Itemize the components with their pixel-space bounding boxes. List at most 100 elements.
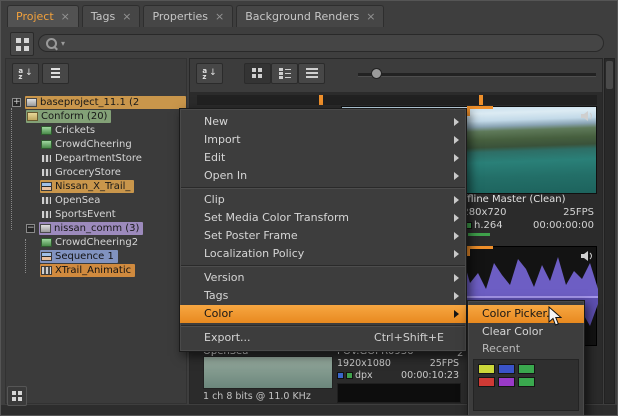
colorspace-chip: [346, 372, 353, 379]
bin-icon: [26, 98, 37, 107]
tree-item-opensea[interactable]: OpenSea: [6, 193, 186, 207]
tab-close-icon[interactable]: ×: [61, 12, 70, 22]
color-swatch-6[interactable]: [518, 377, 535, 387]
tree-item-xtrail-animatic[interactable]: XTrail_Animatic: [6, 263, 186, 277]
color-swatch-4[interactable]: [478, 377, 495, 387]
submenu-arrow-icon: [454, 292, 459, 300]
clip-title: Offline Master (Clean): [456, 194, 596, 205]
menu-item-label: Export...: [204, 329, 366, 347]
tree-toggle-icon[interactable]: −: [26, 224, 35, 233]
submenu-arrow-icon: [454, 214, 459, 222]
tree-item-label: OpenSea: [55, 195, 100, 206]
view-details-button[interactable]: [271, 63, 298, 84]
tree-item-baseproject-11-1-2[interactable]: + baseproject_11.1 (2: [6, 95, 186, 109]
menu-item-label: Open In: [204, 167, 444, 185]
opensea-thumbnail[interactable]: [203, 356, 333, 389]
arrow-down-icon: ↓: [209, 69, 217, 78]
clip-audio-info: 1 ch 8 bits @ 11.0 KHz: [203, 391, 343, 402]
menu-item-label: Localization Policy: [204, 245, 444, 263]
gopro-thumbnail[interactable]: [337, 383, 461, 403]
submenu-arrow-icon: [454, 274, 459, 282]
tree-item-crowdcheering[interactable]: CrowdCheering: [6, 137, 186, 151]
clip-icon: [41, 210, 52, 219]
tree-item-sportsevent[interactable]: SportsEvent: [6, 207, 186, 221]
menu-item-tags[interactable]: Tags: [180, 287, 466, 305]
color-swatch-3[interactable]: [518, 364, 535, 374]
thumbnail-row-sliver: [197, 95, 597, 105]
tree-item-label: baseproject_11.1 (2: [40, 97, 139, 108]
color-swatch-2[interactable]: [498, 364, 515, 374]
scrollbar-handle[interactable]: [606, 61, 613, 89]
tab-close-icon[interactable]: ×: [122, 12, 131, 22]
tree-item-content: Sequence 1: [40, 250, 118, 263]
menu-item-label: Color: [204, 305, 444, 323]
thumbnail-size-slider[interactable]: [358, 73, 596, 77]
tree-item-crowdcheering2[interactable]: CrowdCheering2: [6, 235, 186, 249]
clip-icon: [41, 154, 52, 163]
tab-tags[interactable]: Tags×: [82, 5, 141, 27]
tree-item-crickets[interactable]: Crickets: [6, 123, 186, 137]
tree-item-nissan-comm-3[interactable]: − nissan_comm (3): [6, 221, 186, 235]
tab-properties[interactable]: Properties×: [143, 5, 233, 27]
tree-item-label: CrowdCheering: [55, 139, 132, 150]
tab-bar: Project×Tags×Properties×Background Rende…: [1, 1, 617, 27]
tree-toggle-icon[interactable]: +: [12, 98, 21, 107]
tree-item-label: nissan_comm (3): [54, 223, 139, 234]
tree-item-grocerystore[interactable]: GroceryStore: [6, 165, 186, 179]
arrow-down-icon: ↓: [25, 69, 33, 78]
clip-format-row: 1920x1080 25FPS: [337, 358, 459, 369]
tab-close-icon[interactable]: ×: [366, 12, 375, 22]
media-sort-button[interactable]: az ↓: [196, 63, 223, 84]
corner-layout-button[interactable]: [7, 386, 27, 406]
speaker-icon: [581, 251, 594, 262]
menu-item-import[interactable]: Import: [180, 131, 466, 149]
tab-background-renders[interactable]: Background Renders ×: [236, 5, 384, 27]
list-view-icon: [306, 68, 318, 79]
tree-item-sequence-1[interactable]: Sequence 1: [6, 249, 186, 263]
clip-icon: [41, 168, 52, 177]
menu-item-set-media-color-transform[interactable]: Set Media Color Transform: [180, 209, 466, 227]
menu-item-color-picker[interactable]: Color Picker...: [468, 305, 584, 323]
tree-item-content: CrowdCheering2: [40, 236, 142, 249]
menu-item-version[interactable]: Version: [180, 269, 466, 287]
menu-item-localization-policy[interactable]: Localization Policy: [180, 245, 466, 263]
menu-item-set-poster-frame[interactable]: Set Poster Frame: [180, 227, 466, 245]
grid-view-icon: [252, 68, 263, 79]
submenu-arrow-icon: [454, 136, 459, 144]
tab-project[interactable]: Project×: [7, 5, 79, 27]
tree-item-nissan-x-trail[interactable]: Nissan_X_Trail_: [6, 179, 186, 193]
menu-item-color[interactable]: Color: [180, 305, 466, 323]
menu-item-export[interactable]: Export...Ctrl+Shift+E: [180, 329, 466, 347]
tab-label: Background Renders: [245, 10, 359, 23]
details-view-icon: [279, 68, 291, 79]
color-swatch-1[interactable]: [478, 364, 495, 374]
selection-corner: [467, 106, 470, 116]
submenu-arrow-icon: [454, 118, 459, 126]
tree-item-departmentstore[interactable]: DepartmentStore: [6, 151, 186, 165]
menu-item-open-in[interactable]: Open In: [180, 167, 466, 185]
menu-separator: [181, 187, 465, 189]
slider-handle[interactable]: [371, 68, 382, 79]
view-grid-button[interactable]: [244, 63, 271, 84]
clip-timecode: 00:00:00:00: [533, 220, 594, 231]
search-input[interactable]: [71, 35, 596, 51]
menu-item-edit[interactable]: Edit: [180, 149, 466, 167]
clip-timecode: 00:00:10:23: [401, 370, 459, 381]
view-list-button[interactable]: [298, 63, 325, 84]
color-swatch-5[interactable]: [498, 377, 515, 387]
tree-item-conform-20[interactable]: Conform (20): [6, 109, 186, 123]
application-window: Project×Tags×Properties×Background Rende…: [0, 0, 618, 416]
tab-close-icon[interactable]: ×: [215, 12, 224, 22]
tree-item-label: Conform (20): [41, 111, 107, 122]
menu-item-new[interactable]: New: [180, 113, 466, 131]
colorspace-chip: [337, 372, 344, 379]
bin-sort-order-button[interactable]: [42, 63, 69, 84]
menu-item-clear-color[interactable]: Clear Color: [468, 323, 584, 341]
menu-item-clip[interactable]: Clip: [180, 191, 466, 209]
menu-separator: [181, 265, 465, 267]
search-field[interactable]: ▾: [38, 34, 604, 52]
layout-grid-button[interactable]: [10, 32, 34, 56]
vertical-scrollbar[interactable]: [604, 58, 615, 404]
menu-item-label: Tags: [204, 287, 444, 305]
bin-sort-alpha-button[interactable]: az ↓: [12, 63, 39, 84]
